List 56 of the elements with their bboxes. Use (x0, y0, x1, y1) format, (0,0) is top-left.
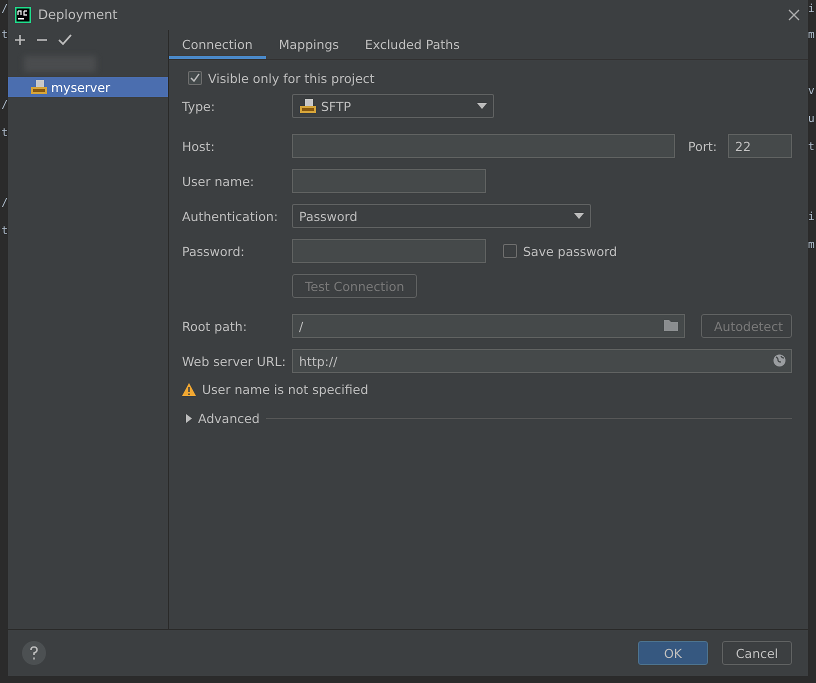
server-icon (30, 79, 48, 95)
code-character: / (0, 98, 8, 112)
field-label: Type: (182, 98, 216, 114)
code-character: i (808, 210, 816, 224)
password-field[interactable] (292, 239, 486, 263)
server-icon (299, 98, 317, 114)
code-character: / (0, 2, 8, 16)
expand-arrow-icon (186, 414, 192, 422)
code-character: i (808, 2, 816, 16)
type-dropdown[interactable]: SFTP (292, 94, 494, 118)
window-title: Deployment (38, 8, 119, 22)
checkbox-label: Save password (523, 244, 618, 258)
tab[interactable]: Mappings (266, 30, 352, 59)
code-character: t (0, 28, 8, 42)
root-path-field[interactable]: / (292, 314, 685, 338)
check-icon[interactable] (58, 34, 72, 46)
field-label: Authentication: (182, 208, 279, 224)
server-item[interactable]: myserver (8, 77, 168, 97)
dialog-button[interactable]: Cancel (722, 641, 792, 665)
tab[interactable]: Connection (169, 30, 266, 59)
field-label: User name: (182, 174, 256, 188)
folder-icon[interactable] (663, 319, 679, 332)
code-character: m (808, 238, 816, 252)
warning-message: User name is not specified (202, 382, 368, 396)
code-character: v (808, 84, 816, 98)
code-character: t (0, 224, 8, 238)
code-character: t (0, 126, 8, 140)
host-field[interactable] (292, 134, 675, 158)
authentication-dropdown[interactable]: Password (292, 204, 591, 228)
code-character: m (808, 28, 816, 42)
checkbox-label: Visible only for this project (208, 70, 375, 86)
caret-icon (574, 213, 584, 219)
field-label: Password: (182, 244, 246, 258)
checkbox[interactable] (503, 244, 517, 258)
code-character: t (808, 140, 816, 154)
dialog-button[interactable]: OK (638, 641, 708, 665)
checkbox[interactable] (188, 71, 202, 85)
question-mark-icon (29, 646, 39, 660)
advanced-toggle[interactable]: Advanced (182, 410, 260, 426)
code-character: / (0, 196, 8, 210)
globe-icon[interactable] (773, 354, 786, 367)
warning-icon (182, 382, 196, 396)
user-name-field[interactable] (292, 169, 486, 193)
add-icon[interactable] (14, 34, 26, 46)
field-label: Host: (182, 138, 216, 154)
caret-icon (477, 103, 487, 109)
tab[interactable]: Excluded Paths (352, 30, 473, 59)
field-label: Web server URL: (182, 354, 287, 368)
close-icon[interactable] (788, 9, 800, 21)
code-character: u (808, 112, 816, 126)
app-logo-icon (15, 7, 31, 23)
field-label: Port: (688, 138, 718, 154)
help-button[interactable] (22, 641, 46, 665)
web-server-url-field[interactable]: http:// (292, 349, 792, 373)
port-field[interactable]: 22 (728, 134, 792, 158)
field-label: Root path: (182, 318, 248, 334)
